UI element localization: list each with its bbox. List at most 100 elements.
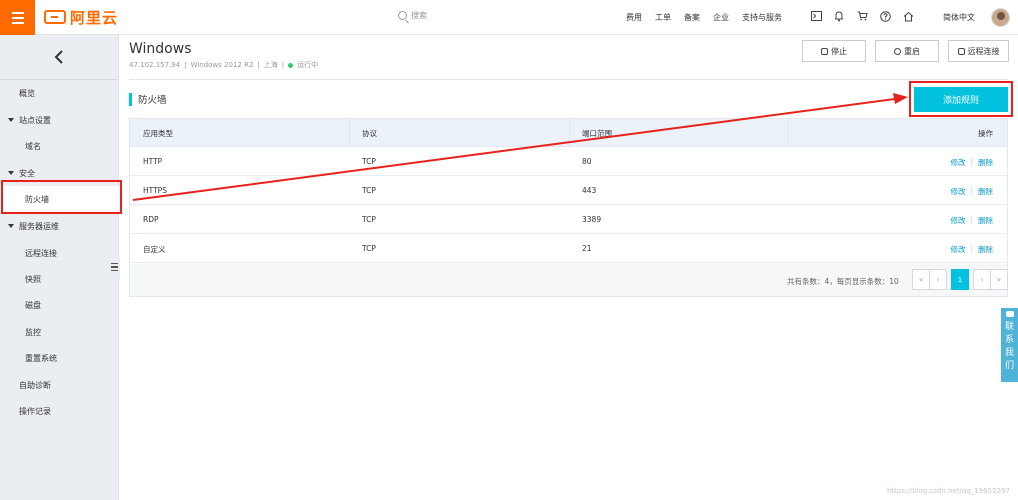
cell-port-range: 21 <box>582 244 592 253</box>
remote-connect-label: 远程连接 <box>967 46 1000 56</box>
nav-enterprise[interactable]: 企业 <box>713 12 729 23</box>
prev-page-button[interactable]: ‹ <box>929 269 947 290</box>
nav-billing[interactable]: 费用 <box>626 12 642 23</box>
nav-support[interactable]: 支持与服务 <box>742 12 782 23</box>
last-page-button[interactable]: » <box>990 269 1008 290</box>
sidebar-item-0[interactable]: 概览 <box>0 80 119 106</box>
sidebar-item-label: 概览 <box>19 88 35 98</box>
edit-link[interactable]: 修改 <box>950 215 965 226</box>
cell-port-range: 443 <box>582 186 597 195</box>
row-actions: 修改 | 删除 <box>950 244 993 255</box>
sidebar-group-1[interactable]: 站点设置 <box>0 107 119 133</box>
table-row: 自定义 TCP 21 修改 | 删除 <box>130 234 1007 263</box>
avatar[interactable] <box>991 8 1010 27</box>
top-icons <box>810 10 914 22</box>
sidebar-item-11[interactable]: 自助诊断 <box>0 372 119 398</box>
top-bar: 阿里云 搜索 费用 工单 备案 企业 支持与服务 简体中文 <box>0 0 1018 35</box>
stop-icon <box>821 47 828 55</box>
row-actions: 修改 | 删除 <box>950 215 993 226</box>
table-row: RDP TCP 3389 修改 | 删除 <box>130 205 1007 234</box>
logo-text: 阿里云 <box>70 8 119 27</box>
sidebar-item-9[interactable]: 监控 <box>0 319 119 345</box>
edit-link[interactable]: 修改 <box>950 186 965 197</box>
col-protocol: 协议 <box>362 129 377 138</box>
action-separator: | <box>970 186 973 195</box>
home-icon[interactable] <box>902 10 914 22</box>
hamburger-menu-icon[interactable] <box>0 0 35 35</box>
edit-link[interactable]: 修改 <box>950 244 965 255</box>
sidebar-group-3[interactable]: 安全 <box>0 160 119 186</box>
caret-down-icon <box>8 118 14 122</box>
sidebar-item-label: 快照 <box>25 274 41 284</box>
aliyun-logo-icon <box>44 10 66 24</box>
row-actions: 修改 | 删除 <box>950 186 993 197</box>
delete-link[interactable]: 删除 <box>978 244 993 255</box>
pager-summary: 共有条数：4，每页显示条数：10 <box>787 277 899 286</box>
action-separator: | <box>970 157 973 166</box>
cell-app-type: RDP <box>143 215 159 224</box>
delete-link[interactable]: 删除 <box>978 215 993 226</box>
delete-link[interactable]: 删除 <box>978 186 993 197</box>
help-icon[interactable] <box>879 10 891 22</box>
sidebar-item-label: 远程连接 <box>25 248 57 258</box>
sidebar: 概览站点设置域名安全防火墙服务器运维远程连接快照磁盘监控重置系统自助诊断 操作记录 <box>0 35 119 500</box>
sidebar-item-label: 重置系统 <box>25 353 57 363</box>
instance-region: 上海 <box>263 61 278 69</box>
sidebar-item-7[interactable]: 快照 <box>0 266 119 292</box>
pagination: « ‹ 1 › » <box>912 269 1008 290</box>
col-divider <box>569 119 570 147</box>
sidebar-item-2[interactable]: 域名 <box>0 133 119 159</box>
nav-tickets[interactable]: 工单 <box>655 12 671 23</box>
sidebar-group-5[interactable]: 服务器运维 <box>0 213 119 239</box>
caret-down-icon <box>8 171 14 175</box>
firewall-table: 应用类型 协议 端口范围 操作 HTTP TCP 80 修改 | 删除 HTTPS TCP 44… <box>129 118 1008 297</box>
sidebar-item-12[interactable]: 操作记录 <box>0 398 119 424</box>
first-page-button[interactable]: « <box>912 269 930 290</box>
action-separator: | <box>970 215 973 224</box>
sidebar-item-8[interactable]: 磁盘 <box>0 292 119 318</box>
meta-separator: | <box>281 61 285 69</box>
action-separator: | <box>970 244 973 253</box>
contact-us-tab[interactable]: 联系我们 <box>1001 308 1018 382</box>
restart-label: 重启 <box>904 46 920 56</box>
col-app-type: 应用类型 <box>143 129 173 138</box>
sidebar-item-6[interactable]: 远程连接 <box>0 240 119 266</box>
aliyun-logo[interactable]: 阿里云 <box>44 7 118 27</box>
sidebar-item-label: 磁盘 <box>25 300 41 310</box>
terminal-icon[interactable] <box>810 10 822 22</box>
stop-button[interactable]: 停止 <box>802 40 866 62</box>
table-row: HTTP TCP 80 修改 | 删除 <box>130 147 1007 176</box>
back-button[interactable] <box>0 35 118 80</box>
search-box[interactable]: 搜索 <box>398 10 427 21</box>
add-rule-button[interactable]: 添加规则 <box>914 87 1008 112</box>
cell-port-range: 3389 <box>582 215 602 224</box>
edit-link[interactable]: 修改 <box>950 157 965 168</box>
col-divider <box>788 119 789 147</box>
language-switch[interactable]: 简体中文 <box>943 12 975 23</box>
next-page-button[interactable]: › <box>973 269 991 290</box>
sidebar-item-10[interactable]: 重置系统 <box>0 345 119 371</box>
instance-ip: 47.102.157.94 <box>129 61 181 69</box>
sidebar-item-label: 域名 <box>25 141 41 151</box>
cell-protocol: TCP <box>362 186 376 195</box>
delete-link[interactable]: 删除 <box>978 157 993 168</box>
sidebar-collapse-icon[interactable] <box>108 256 120 278</box>
cell-protocol: TCP <box>362 157 376 166</box>
cell-app-type: HTTPS <box>143 186 167 195</box>
caret-down-icon <box>8 224 14 228</box>
table-footer: 共有条数：4，每页显示条数：10 « ‹ 1 › » <box>130 264 1008 296</box>
sidebar-item-label: 防火墙 <box>25 194 49 204</box>
bell-icon[interactable] <box>833 10 845 22</box>
row-actions: 修改 | 删除 <box>950 157 993 168</box>
remote-connect-button[interactable]: 远程连接 <box>948 40 1009 62</box>
sidebar-item-4[interactable]: 防火墙 <box>0 186 119 212</box>
page-1-button[interactable]: 1 <box>951 269 969 290</box>
chevron-left-icon <box>54 50 63 64</box>
cell-app-type: HTTP <box>143 157 163 166</box>
header-divider <box>129 79 1008 80</box>
meta-separator: | <box>184 61 187 69</box>
cart-icon[interactable] <box>856 10 868 22</box>
nav-icp-filing[interactable]: 备案 <box>684 12 700 23</box>
instance-name: Windows <box>129 41 192 57</box>
restart-button[interactable]: 重启 <box>875 40 939 62</box>
